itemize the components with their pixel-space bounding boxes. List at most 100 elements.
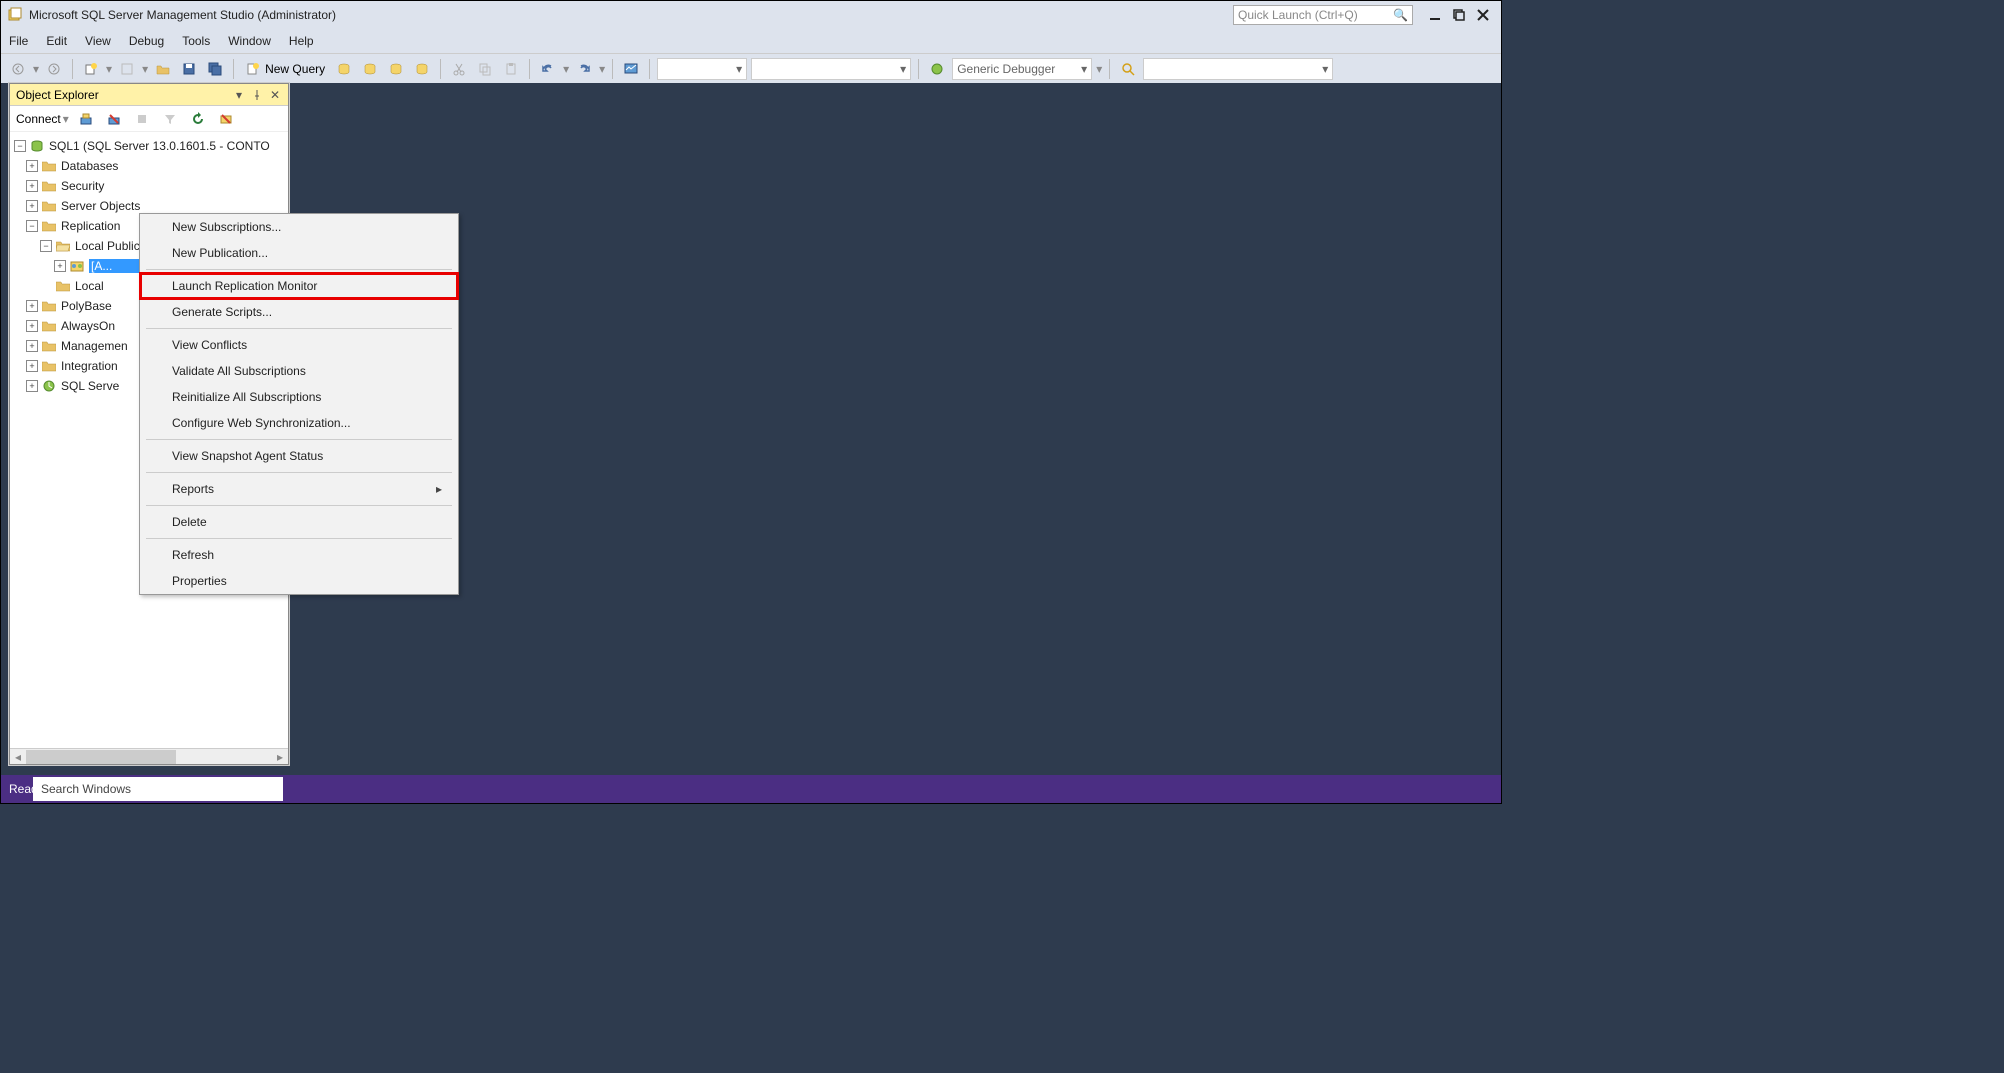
new-query-button[interactable]: New Query — [241, 58, 329, 80]
collapse-icon[interactable]: − — [40, 240, 52, 252]
refresh-icon[interactable] — [187, 108, 209, 130]
expand-icon[interactable]: + — [26, 360, 38, 372]
minimize-button[interactable] — [1423, 3, 1447, 27]
tree-security-node[interactable]: + Security — [12, 176, 286, 196]
collapse-icon[interactable]: − — [26, 220, 38, 232]
expand-icon[interactable]: + — [26, 180, 38, 192]
tree-server-node[interactable]: − SQL1 (SQL Server 13.0.1601.5 - CONTO — [12, 136, 286, 156]
close-panel-icon[interactable]: ✕ — [268, 88, 282, 102]
folder-icon — [55, 279, 71, 293]
db-query-button-3[interactable] — [385, 58, 407, 80]
sql-agent-icon — [41, 379, 57, 393]
menu-tools[interactable]: Tools — [182, 34, 210, 48]
cut-button[interactable] — [448, 58, 470, 80]
menu-generate-scripts[interactable]: Generate Scripts... — [140, 299, 458, 325]
expand-icon[interactable]: + — [26, 200, 38, 212]
undo-button[interactable] — [537, 58, 559, 80]
menu-delete[interactable]: Delete — [140, 509, 458, 535]
save-button[interactable] — [178, 58, 200, 80]
expand-icon[interactable]: + — [26, 340, 38, 352]
menu-view-snapshot-agent-status[interactable]: View Snapshot Agent Status — [140, 443, 458, 469]
stop-refresh-icon[interactable] — [215, 108, 237, 130]
expand-icon[interactable]: + — [26, 380, 38, 392]
object-explorer-header: Object Explorer ▾ ✕ — [10, 84, 288, 106]
close-button[interactable] — [1471, 3, 1495, 27]
menu-help[interactable]: Help — [289, 34, 314, 48]
menu-edit[interactable]: Edit — [46, 34, 67, 48]
collapse-icon[interactable]: − — [14, 140, 26, 152]
publication-context-menu: New Subscriptions... New Publication... … — [139, 213, 459, 595]
expand-icon[interactable]: + — [54, 260, 66, 272]
activity-monitor-button[interactable] — [620, 58, 642, 80]
find-button[interactable] — [1117, 58, 1139, 80]
database-selector[interactable]: ▾ — [657, 58, 747, 80]
object-explorer-title: Object Explorer — [16, 88, 228, 102]
folder-icon — [41, 159, 57, 173]
tree-databases-node[interactable]: + Databases — [12, 156, 286, 176]
folder-open-icon — [55, 239, 71, 253]
save-all-button[interactable] — [204, 58, 226, 80]
paste-button[interactable] — [500, 58, 522, 80]
nav-back-button[interactable] — [7, 58, 29, 80]
disconnect-server-icon[interactable] — [103, 108, 125, 130]
debugger-selector[interactable]: Generic Debugger ▾ — [952, 58, 1092, 80]
menu-launch-replication-monitor[interactable]: Launch Replication Monitor — [140, 273, 458, 299]
menu-view[interactable]: View — [85, 34, 111, 48]
taskbar-search-input[interactable]: Search Windows — [33, 777, 283, 801]
scroll-thumb[interactable] — [26, 750, 176, 764]
taskbar-search-placeholder: Search Windows — [41, 782, 131, 796]
menu-window[interactable]: Window — [228, 34, 271, 48]
menu-reports[interactable]: Reports▸ — [140, 476, 458, 502]
find-input[interactable]: ▾ — [1143, 58, 1333, 80]
menu-new-publication[interactable]: New Publication... — [140, 240, 458, 266]
scroll-right-icon[interactable]: ▸ — [272, 749, 288, 765]
expand-icon[interactable]: + — [26, 320, 38, 332]
connect-server-icon[interactable] — [75, 108, 97, 130]
redo-button[interactable] — [573, 58, 595, 80]
db-query-button-4[interactable] — [411, 58, 433, 80]
title-bar: Microsoft SQL Server Management Studio (… — [1, 1, 1501, 29]
expand-icon[interactable]: + — [26, 300, 38, 312]
status-ready: Ready — [1, 782, 33, 796]
copy-button[interactable] — [474, 58, 496, 80]
open-file-button[interactable] — [152, 58, 174, 80]
app-icon — [7, 7, 23, 23]
folder-icon — [41, 339, 57, 353]
maximize-button[interactable] — [1447, 3, 1471, 27]
execute-mode-selector[interactable]: ▾ — [751, 58, 911, 80]
pin-icon[interactable] — [250, 88, 264, 102]
quick-launch-input[interactable]: Quick Launch (Ctrl+Q) 🔍 — [1233, 5, 1413, 25]
filter-icon[interactable] — [159, 108, 181, 130]
new-project-button[interactable] — [80, 58, 102, 80]
menu-view-conflicts[interactable]: View Conflicts — [140, 332, 458, 358]
new-item-button[interactable] — [116, 58, 138, 80]
menu-properties[interactable]: Properties — [140, 568, 458, 594]
menu-reinitialize-all-subscriptions[interactable]: Reinitialize All Subscriptions — [140, 384, 458, 410]
search-icon: 🔍 — [1393, 8, 1408, 22]
menu-refresh[interactable]: Refresh — [140, 542, 458, 568]
menu-configure-web-sync[interactable]: Configure Web Synchronization... — [140, 410, 458, 436]
menu-new-subscriptions[interactable]: New Subscriptions... — [140, 214, 458, 240]
connect-button[interactable]: Connect ▾ — [16, 112, 69, 126]
debugger-icon[interactable] — [926, 58, 948, 80]
app-title: Microsoft SQL Server Management Studio (… — [29, 8, 336, 22]
publication-icon — [69, 259, 85, 273]
scroll-left-icon[interactable]: ◂ — [10, 749, 26, 765]
horizontal-scrollbar[interactable]: ◂ ▸ — [10, 748, 288, 764]
menu-bar: File Edit View Debug Tools Window Help — [1, 29, 1501, 53]
nav-forward-button[interactable] — [43, 58, 65, 80]
db-query-button-1[interactable] — [333, 58, 355, 80]
taskbar: Ready Search Windows — [1, 775, 1501, 803]
object-explorer-toolbar: Connect ▾ — [10, 106, 288, 132]
expand-icon[interactable]: + — [26, 160, 38, 172]
menu-validate-all-subscriptions[interactable]: Validate All Subscriptions — [140, 358, 458, 384]
stop-icon[interactable] — [131, 108, 153, 130]
folder-icon — [41, 319, 57, 333]
folder-icon — [41, 199, 57, 213]
db-query-button-2[interactable] — [359, 58, 381, 80]
menu-debug[interactable]: Debug — [129, 34, 164, 48]
dropdown-icon[interactable]: ▾ — [232, 88, 246, 102]
content-area: Object Explorer ▾ ✕ Connect ▾ − SQL1 (SQ… — [1, 83, 1501, 775]
quick-launch-placeholder: Quick Launch (Ctrl+Q) — [1238, 8, 1358, 22]
menu-file[interactable]: File — [9, 34, 28, 48]
